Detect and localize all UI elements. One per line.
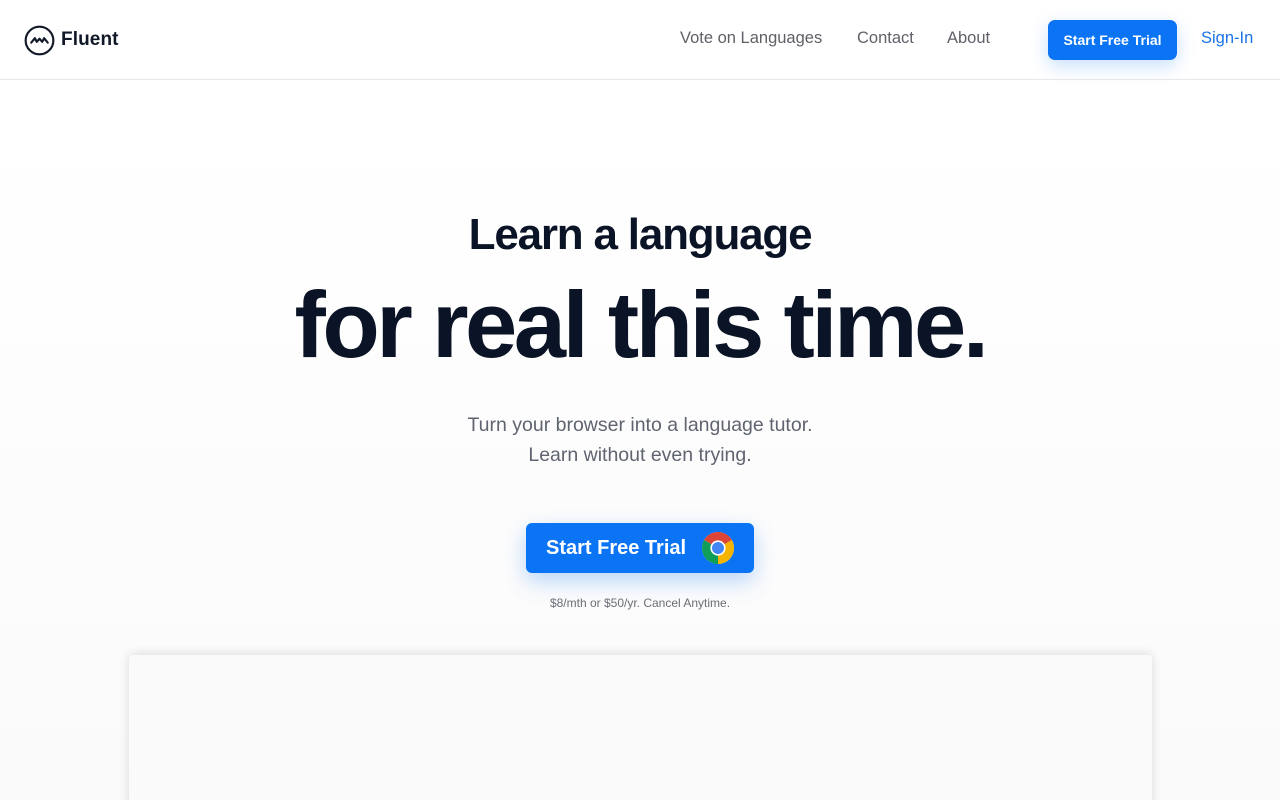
hero-subtitle: Turn your browser into a language tutor.… — [0, 410, 1280, 470]
hero-start-free-trial-button[interactable]: Start Free Trial — [526, 523, 754, 573]
hero-subtitle-line2: Learn without even trying. — [528, 444, 752, 466]
brand-name: Fluent — [61, 29, 119, 50]
nav-about[interactable]: About — [947, 29, 990, 48]
brand-logo[interactable]: Fluent — [24, 24, 119, 56]
fluent-logo-icon — [24, 25, 55, 55]
hero-heading-line2: for real this time. — [294, 272, 989, 377]
product-preview-card — [129, 655, 1152, 800]
site-header: Fluent Vote on Languages Contact About S… — [0, 0, 1280, 80]
chrome-icon — [701, 531, 735, 564]
header-start-free-trial-button[interactable]: Start Free Trial — [1048, 20, 1177, 60]
sign-in-link[interactable]: Sign-In — [1201, 29, 1253, 48]
hero-cta-label: Start Free Trial — [546, 536, 687, 559]
nav-vote-on-languages[interactable]: Vote on Languages — [680, 29, 822, 48]
hero-subtitle-line1: Turn your browser into a language tutor. — [467, 414, 813, 436]
nav-contact[interactable]: Contact — [857, 29, 914, 48]
pricing-note: $8/mth or $50/yr. Cancel Anytime. — [549, 596, 731, 610]
hero-heading-line1: Learn a language — [468, 210, 813, 259]
